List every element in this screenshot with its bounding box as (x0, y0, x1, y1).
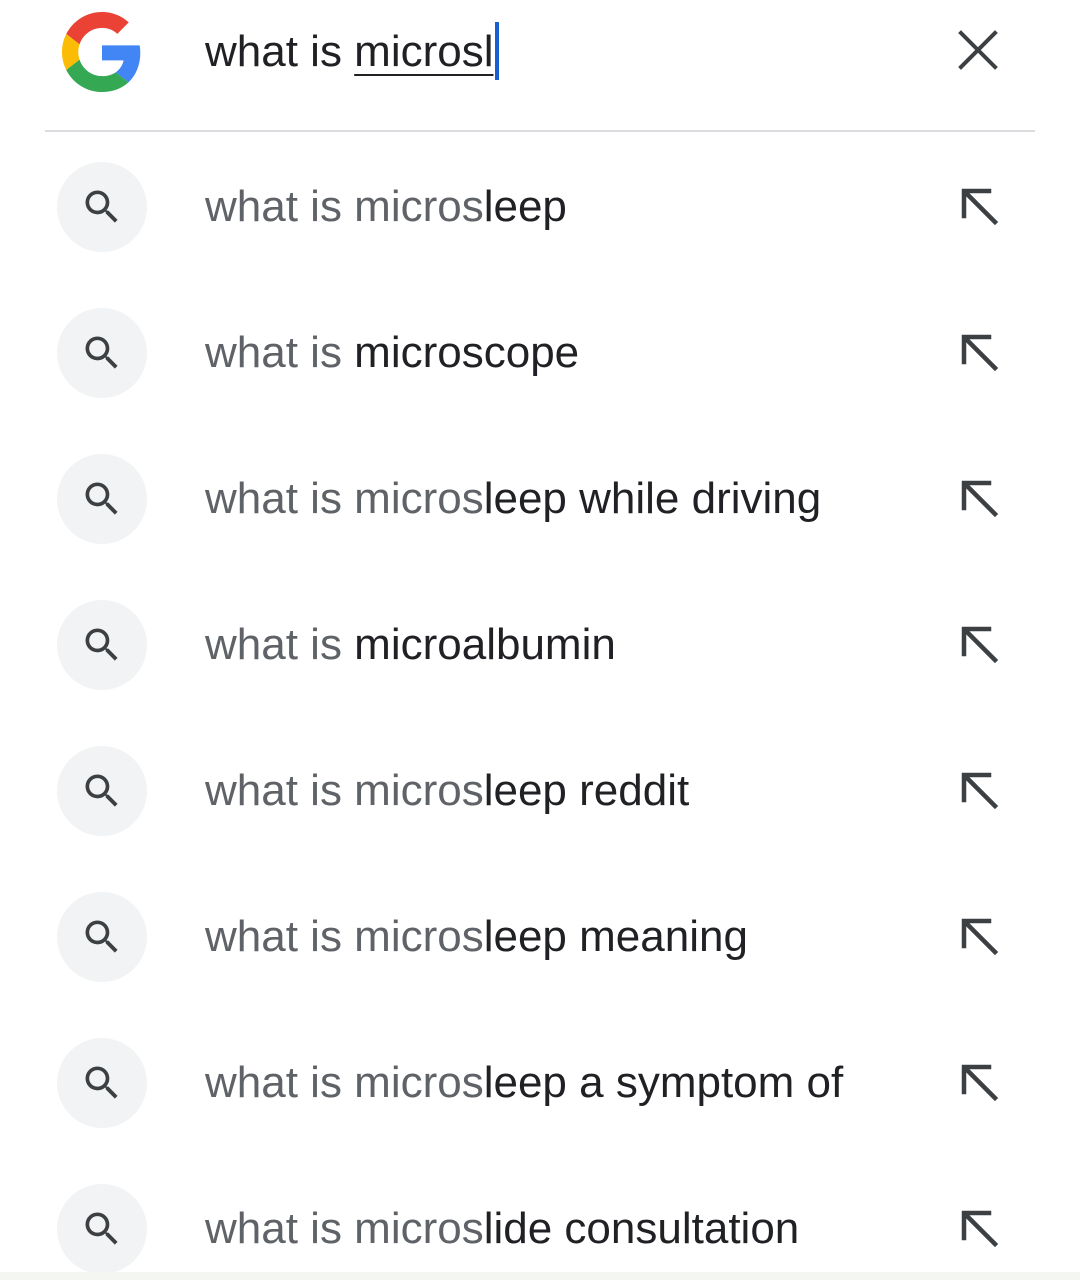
arrow-up-left-icon (959, 624, 999, 669)
search-icon (57, 1038, 147, 1128)
arrow-up-left-icon (959, 770, 999, 815)
suggestion-label: what is microslide consultation (205, 1199, 799, 1259)
query-typed-text: microsl (354, 27, 494, 76)
search-icon (57, 454, 147, 544)
fill-query-button[interactable] (950, 763, 1008, 821)
arrow-up-left-icon (959, 332, 999, 377)
arrow-up-left-icon (959, 478, 999, 523)
suggestion-prefix: what is (205, 620, 355, 669)
suggestion-item-7[interactable]: what is microsleep a symptom of (0, 1010, 1080, 1156)
fill-query-button[interactable] (950, 1055, 1008, 1113)
fill-query-button[interactable] (950, 179, 1008, 237)
suggestion-prefix: what is micros (205, 1204, 484, 1253)
suggestion-completion: lide consultation (483, 1204, 800, 1253)
fill-query-button[interactable] (950, 325, 1008, 383)
search-input[interactable]: what is microsl (205, 22, 499, 82)
search-icon (57, 162, 147, 252)
fill-query-button[interactable] (950, 909, 1008, 967)
suggestion-completion: leep a symptom of (483, 1058, 844, 1107)
suggestion-item-1[interactable]: what is microsleep (0, 134, 1080, 280)
arrow-up-left-icon (959, 1062, 999, 1107)
suggestion-label: what is microsleep reddit (205, 761, 689, 821)
search-icon (57, 746, 147, 836)
suggestion-completion: leep while driving (483, 474, 822, 523)
suggestion-label: what is microscope (205, 323, 579, 383)
arrow-up-left-icon (959, 1208, 999, 1253)
suggestion-label: what is microalbumin (205, 615, 616, 675)
suggestion-prefix: what is (205, 328, 355, 377)
suggestion-list: what is microsleep what is microscope wh… (0, 134, 1080, 1280)
suggestion-label: what is microsleep meaning (205, 907, 748, 967)
suggestion-item-5[interactable]: what is microsleep reddit (0, 718, 1080, 864)
search-icon (57, 600, 147, 690)
suggestion-completion: leep (483, 182, 567, 231)
suggestion-label: what is microsleep a symptom of (205, 1053, 843, 1113)
suggestion-completion: leep meaning (483, 912, 748, 961)
clear-search-button[interactable] (950, 24, 1006, 80)
bottom-edge (0, 1272, 1080, 1280)
fill-query-button[interactable] (950, 471, 1008, 529)
arrow-up-left-icon (959, 186, 999, 231)
suggestion-item-8[interactable]: what is microslide consultation (0, 1156, 1080, 1280)
suggestion-item-2[interactable]: what is microscope (0, 280, 1080, 426)
search-icon (57, 892, 147, 982)
close-icon (958, 29, 998, 75)
search-icon (57, 308, 147, 398)
suggestion-item-3[interactable]: what is microsleep while driving (0, 426, 1080, 572)
fill-query-button[interactable] (950, 617, 1008, 675)
query-prefix: what is (205, 27, 355, 76)
suggestion-prefix: what is micros (205, 766, 484, 815)
arrow-up-left-icon (959, 916, 999, 961)
search-icon (57, 1184, 147, 1274)
suggestion-item-6[interactable]: what is microsleep meaning (0, 864, 1080, 1010)
suggestion-label: what is microsleep while driving (205, 469, 821, 529)
fill-query-button[interactable] (950, 1201, 1008, 1259)
search-bar: what is microsl (0, 0, 1080, 132)
suggestion-prefix: what is micros (205, 474, 484, 523)
suggestion-item-4[interactable]: what is microalbumin (0, 572, 1080, 718)
google-g-icon (62, 12, 142, 92)
header-divider (45, 130, 1035, 132)
suggestion-prefix: what is micros (205, 182, 484, 231)
suggestion-prefix: what is micros (205, 912, 484, 961)
suggestion-completion: microscope (354, 328, 580, 377)
suggestion-prefix: what is micros (205, 1058, 484, 1107)
suggestion-completion: microalbumin (354, 620, 616, 669)
suggestion-completion: leep reddit (483, 766, 690, 815)
text-cursor (494, 22, 499, 80)
search-suggestions-screen: what is microsl what is microsleep what … (0, 0, 1080, 1280)
suggestion-label: what is microsleep (205, 177, 567, 237)
